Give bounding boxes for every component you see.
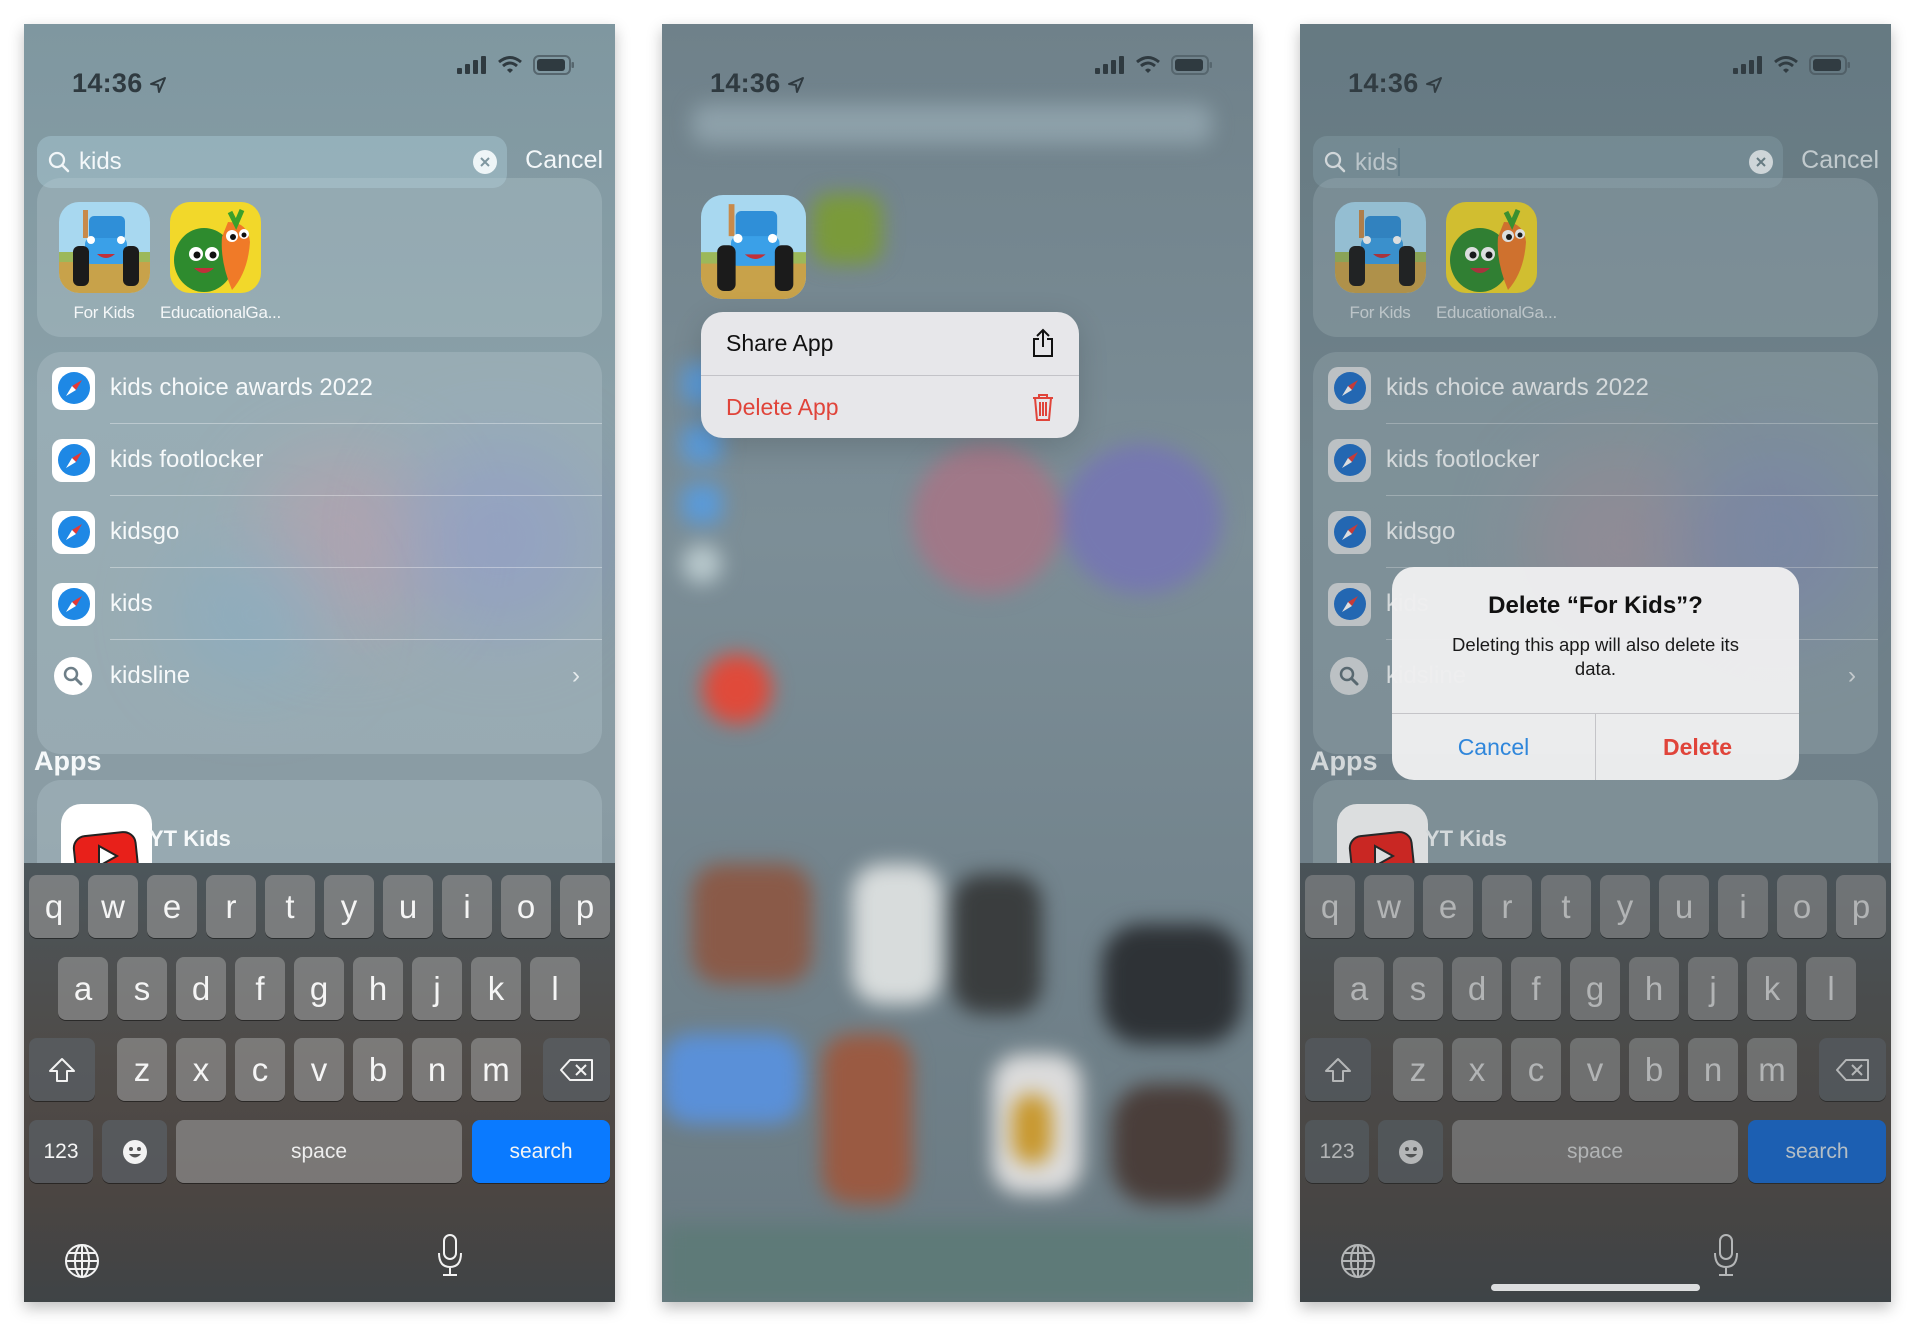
safari-icon: [52, 438, 95, 482]
screen-delete-confirmation: 14:36 kids Cancel For Kids EducationalGa…: [1300, 24, 1891, 1302]
shift-arrow-icon: [49, 1057, 75, 1082]
battery-icon: [1171, 55, 1212, 75]
top-hits-apps: For Kids EducationalGa...: [37, 178, 602, 337]
veggies-app-icon: [169, 202, 261, 293]
app-label: EducationalGa...: [160, 303, 281, 322]
suggestion-row[interactable]: kids footlocker: [37, 424, 602, 496]
microphone-icon[interactable]: [436, 1233, 464, 1277]
key-g[interactable]: g: [294, 957, 344, 1020]
suggestion-row[interactable]: kids: [37, 568, 602, 640]
status-icons: [1095, 54, 1213, 76]
key-k[interactable]: k: [471, 957, 521, 1020]
numbers-key[interactable]: 123: [29, 1120, 93, 1183]
key-b[interactable]: b: [353, 1038, 403, 1101]
key-p[interactable]: p: [560, 875, 610, 938]
wifi-icon: [498, 56, 522, 73]
app-tile-educational-games[interactable]: EducationalGa...: [160, 202, 281, 323]
alert-message: Deleting this app will also delete its d…: [1452, 634, 1739, 679]
screen-context-menu: 14:36 Share App Delete App: [662, 24, 1253, 1302]
key-z[interactable]: z: [117, 1038, 167, 1101]
safari-icon: [52, 366, 95, 410]
suggestion-row[interactable]: kidsline ›: [37, 640, 602, 712]
key-q[interactable]: q: [29, 875, 79, 938]
status-icons: [457, 54, 575, 76]
key-y[interactable]: y: [324, 875, 374, 938]
delete-key[interactable]: [543, 1038, 610, 1101]
battery-icon: [533, 55, 574, 75]
location-arrow-icon: [787, 77, 804, 93]
key-n[interactable]: n: [412, 1038, 462, 1101]
globe-icon[interactable]: [64, 1243, 100, 1279]
alert-delete-button[interactable]: Delete: [1596, 714, 1799, 780]
suggestion-row[interactable]: kidsgo: [37, 496, 602, 568]
cancel-search-button[interactable]: Cancel: [525, 146, 603, 175]
app-context-menu: Share App Delete App: [701, 312, 1079, 438]
key-c[interactable]: c: [235, 1038, 285, 1101]
key-h[interactable]: h: [353, 957, 403, 1020]
emoji-icon: [122, 1139, 147, 1164]
keyboard: q w e r t y u i o p a s d f g h j k l z …: [24, 863, 615, 1302]
key-x[interactable]: x: [176, 1038, 226, 1101]
key-m[interactable]: m: [471, 1038, 521, 1101]
wifi-icon: [1136, 56, 1160, 73]
key-i[interactable]: i: [442, 875, 492, 938]
shift-key[interactable]: [29, 1038, 95, 1101]
alert-cancel-button[interactable]: Cancel: [1392, 714, 1595, 780]
search-input[interactable]: kids: [79, 148, 122, 176]
share-app-menu-item[interactable]: Share App: [701, 312, 1079, 375]
cellular-signal-icon: [457, 56, 486, 74]
key-s[interactable]: s: [117, 957, 167, 1020]
key-e[interactable]: e: [147, 875, 197, 938]
tractor-app-icon: [58, 202, 150, 293]
clear-x-icon: [480, 157, 490, 167]
key-v[interactable]: v: [294, 1038, 344, 1101]
safari-icon: [52, 510, 95, 554]
location-arrow-icon: [149, 77, 166, 93]
share-icon: [1033, 328, 1053, 357]
search-key[interactable]: search: [472, 1120, 610, 1183]
delete-app-menu-item[interactable]: Delete App: [701, 376, 1079, 438]
key-d[interactable]: d: [176, 957, 226, 1020]
key-o[interactable]: o: [501, 875, 551, 938]
key-l[interactable]: l: [530, 957, 580, 1020]
screen-search-results: 14:36 kids Cancel For Kids EducationalGa…: [24, 24, 615, 1302]
key-j[interactable]: j: [412, 957, 462, 1020]
tractor-app-icon[interactable]: [701, 195, 806, 299]
key-a[interactable]: a: [58, 957, 108, 1020]
backspace-icon: [559, 1058, 593, 1081]
chevron-right-icon: ›: [572, 662, 580, 689]
key-u[interactable]: u: [383, 875, 433, 938]
app-label: For Kids: [73, 303, 135, 322]
search-icon: [54, 657, 92, 695]
space-key[interactable]: space: [176, 1120, 462, 1183]
trash-icon: [1033, 394, 1053, 421]
delete-app-alert: Delete “For Kids”? Deleting this app wil…: [1392, 567, 1799, 780]
app-tile-for-kids[interactable]: For Kids: [49, 202, 159, 323]
key-r[interactable]: r: [206, 875, 256, 938]
key-f[interactable]: f: [235, 957, 285, 1020]
clear-search-button[interactable]: [473, 150, 497, 174]
alert-title: Delete “For Kids”?: [1488, 592, 1703, 619]
apps-section-heading: Apps: [34, 746, 102, 776]
app-label[interactable]: YT Kids: [149, 826, 231, 852]
suggestion-row[interactable]: kids choice awards 2022: [37, 352, 602, 424]
cellular-signal-icon: [1095, 56, 1124, 74]
search-suggestions: kids choice awards 2022 kids footlocker …: [37, 352, 602, 754]
safari-icon: [52, 582, 95, 626]
status-time: 14:36: [710, 68, 805, 99]
search-icon: [48, 151, 70, 173]
emoji-key[interactable]: [102, 1120, 167, 1183]
status-time: 14:36: [72, 68, 167, 99]
key-t[interactable]: t: [265, 875, 315, 938]
key-w[interactable]: w: [88, 875, 138, 938]
